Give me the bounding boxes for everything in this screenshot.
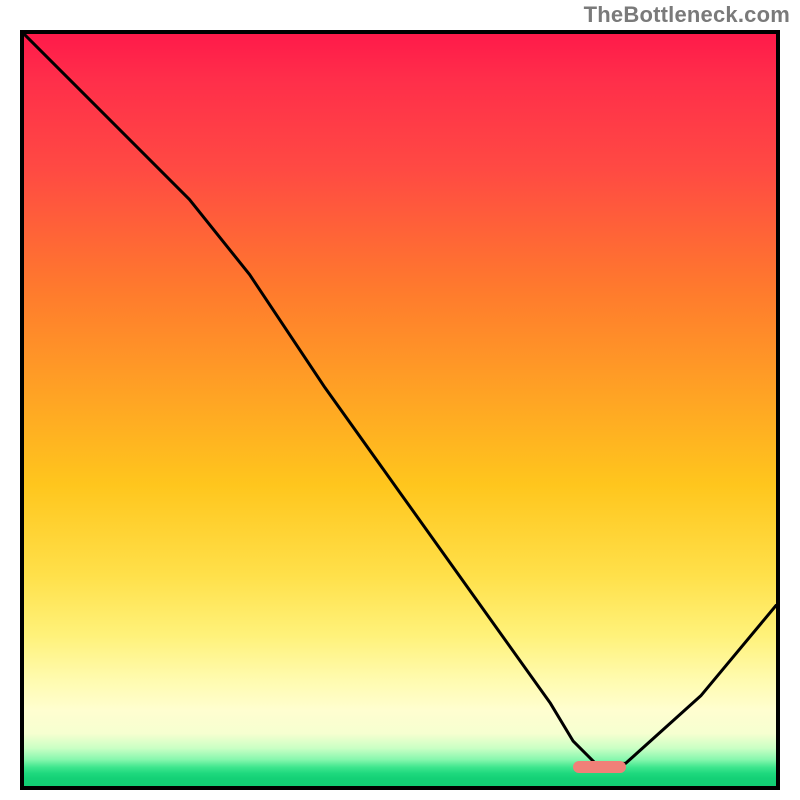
chart-frame xyxy=(20,30,780,790)
optimal-range-marker xyxy=(573,761,626,773)
chart-container: TheBottleneck.com xyxy=(0,0,800,800)
bottleneck-curve xyxy=(24,34,776,786)
watermark-text: TheBottleneck.com xyxy=(584,2,790,28)
